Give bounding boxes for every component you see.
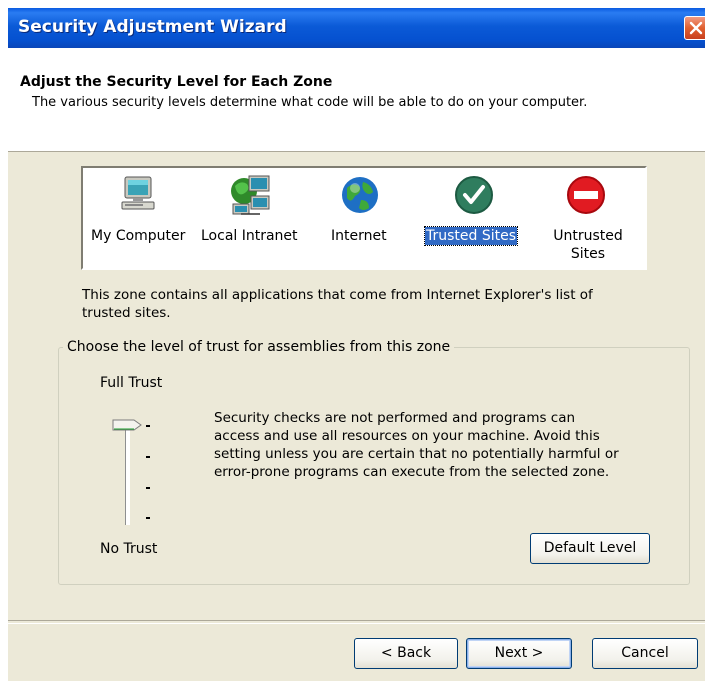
- zone-list: My Computer Local Intranet Internet Trus…: [81, 166, 647, 270]
- no-trust-label: No Trust: [100, 541, 158, 557]
- slider-tick: [146, 456, 150, 458]
- window-title: Security Adjustment Wizard: [18, 17, 287, 37]
- back-button[interactable]: < Back: [354, 638, 458, 669]
- zone-label: My Computer: [91, 228, 186, 244]
- trust-level-description: Security checks are not performed and pr…: [214, 410, 619, 480]
- footer-separator: [8, 620, 705, 624]
- close-icon: [689, 21, 703, 35]
- page-title: Adjust the Security Level for Each Zone: [20, 74, 333, 90]
- close-button[interactable]: [684, 16, 705, 40]
- network-icon: [231, 175, 270, 215]
- trust-slider-thumb[interactable]: [112, 419, 142, 431]
- next-button[interactable]: Next >: [466, 638, 572, 669]
- cancel-button[interactable]: Cancel: [592, 638, 698, 669]
- zone-label: Internet: [331, 228, 387, 244]
- header-panel: Adjust the Security Level for Each Zone …: [8, 48, 705, 152]
- checkmark-icon: [455, 176, 493, 214]
- page-description: The various security levels determine wh…: [32, 95, 588, 110]
- zone-description: This zone contains all applications that…: [82, 287, 593, 321]
- title-bar[interactable]: Security Adjustment Wizard: [8, 8, 705, 48]
- slider-tick: [146, 517, 150, 519]
- default-level-button[interactable]: Default Level: [530, 533, 650, 564]
- full-trust-label: Full Trust: [100, 375, 163, 391]
- computer-icon: [121, 176, 155, 210]
- wizard-window: Security Adjustment Wizard Adjust the Se…: [8, 8, 705, 681]
- slider-tick: [146, 487, 150, 489]
- slider-tick: [146, 425, 150, 427]
- no-entry-icon: [567, 176, 605, 214]
- zone-label: Untrusted Sites: [553, 228, 623, 262]
- trust-slider-track[interactable]: [125, 427, 130, 525]
- zone-label: Local Intranet: [201, 228, 298, 244]
- globe-icon: [342, 177, 378, 213]
- zone-label: Trusted Sites: [423, 226, 519, 246]
- trust-group-legend: Choose the level of trust for assemblies…: [63, 339, 455, 355]
